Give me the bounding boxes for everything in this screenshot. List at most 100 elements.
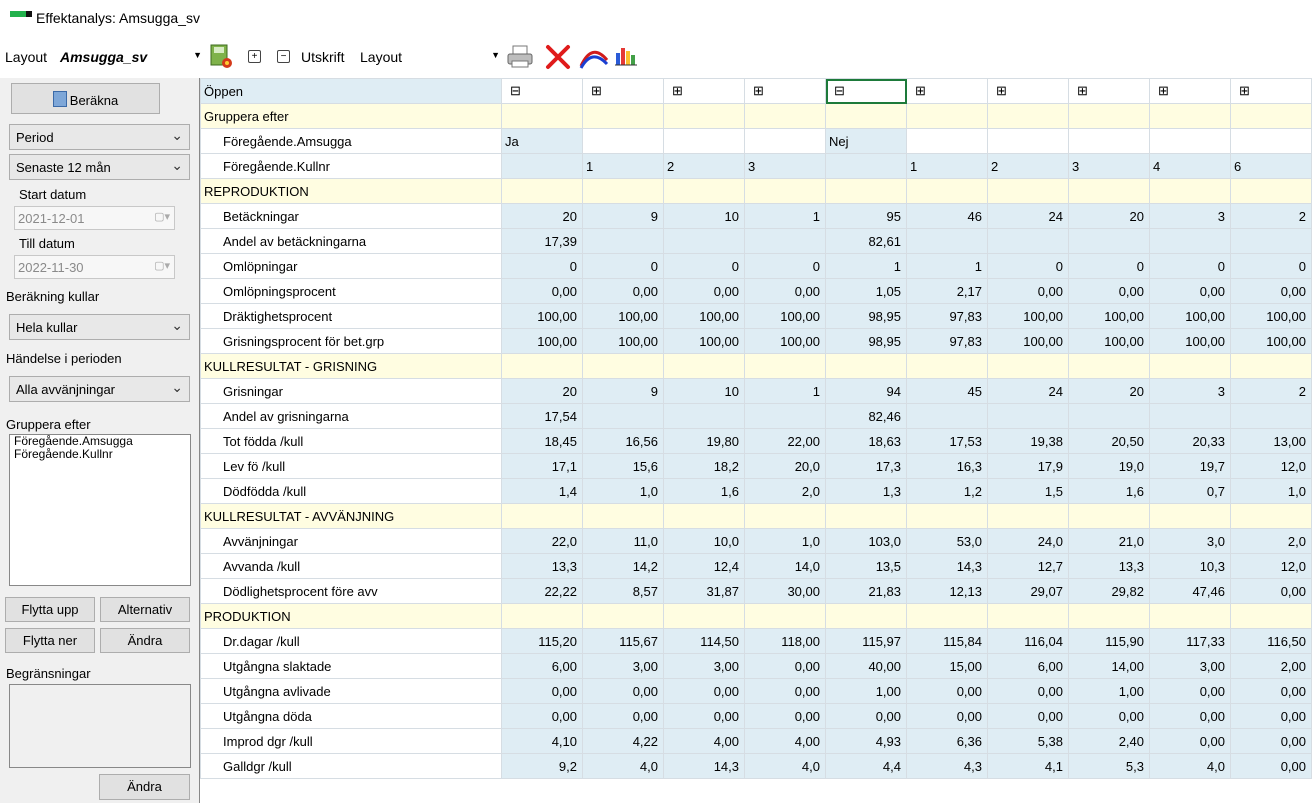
group-expand-icon[interactable]: ⊞: [1158, 83, 1169, 98]
data-cell[interactable]: 29,82: [1068, 578, 1150, 604]
data-cell[interactable]: 0,00: [906, 703, 988, 729]
data-cell[interactable]: 20: [1068, 203, 1150, 229]
data-cell[interactable]: 98,95: [825, 328, 907, 354]
data-cell[interactable]: 1: [906, 253, 988, 279]
calendar-icon[interactable]: ▢▾: [154, 259, 170, 272]
data-cell[interactable]: 17,9: [987, 453, 1069, 479]
curve-chart-icon[interactable]: [578, 44, 610, 73]
data-cell[interactable]: 4,3: [906, 753, 988, 779]
data-cell[interactable]: 17,3: [825, 453, 907, 479]
data-cell[interactable]: 0,00: [582, 703, 664, 729]
data-cell[interactable]: 100,00: [663, 328, 745, 354]
data-cell[interactable]: 53,0: [906, 528, 988, 554]
data-cell[interactable]: 1,6: [663, 478, 745, 504]
group-by-list[interactable]: Föregående.Amsugga Föregående.Kullnr: [9, 434, 191, 586]
data-cell[interactable]: 6,00: [987, 653, 1069, 679]
data-cell[interactable]: 100,00: [1149, 328, 1231, 354]
data-cell[interactable]: 19,38: [987, 428, 1069, 454]
data-cell[interactable]: 47,46: [1149, 578, 1231, 604]
data-cell[interactable]: 0,00: [501, 678, 583, 704]
data-cell[interactable]: 9,2: [501, 753, 583, 779]
data-cell[interactable]: 1,4: [501, 478, 583, 504]
column-header[interactable]: ⊟: [501, 78, 583, 104]
data-cell[interactable]: 18,2: [663, 453, 745, 479]
data-cell[interactable]: 12,0: [1230, 453, 1312, 479]
data-cell[interactable]: 18,45: [501, 428, 583, 454]
data-cell[interactable]: 1,0: [744, 528, 826, 554]
data-cell[interactable]: 13,00: [1230, 428, 1312, 454]
data-cell[interactable]: 0,00: [1149, 703, 1231, 729]
print-icon[interactable]: [506, 44, 534, 73]
data-cell[interactable]: 6,36: [906, 728, 988, 754]
data-cell[interactable]: 0: [1149, 253, 1231, 279]
data-cell[interactable]: 0,00: [663, 678, 745, 704]
data-cell[interactable]: 0,00: [1230, 278, 1312, 304]
restrictions-list[interactable]: [9, 684, 191, 768]
collapse-icon[interactable]: −: [277, 50, 290, 63]
data-cell[interactable]: 17,53: [906, 428, 988, 454]
data-cell[interactable]: 115,20: [501, 628, 583, 654]
data-cell[interactable]: 0,00: [1068, 703, 1150, 729]
data-cell[interactable]: 115,90: [1068, 628, 1150, 654]
data-cell[interactable]: [1230, 228, 1312, 254]
data-cell[interactable]: 2,00: [1230, 653, 1312, 679]
data-cell[interactable]: 0,00: [744, 703, 826, 729]
column-header[interactable]: ⊟: [825, 78, 907, 104]
data-cell[interactable]: 0: [1230, 253, 1312, 279]
data-cell[interactable]: 29,07: [987, 578, 1069, 604]
data-cell[interactable]: 24: [987, 378, 1069, 404]
data-cell[interactable]: 0,00: [501, 278, 583, 304]
data-cell[interactable]: 14,00: [1068, 653, 1150, 679]
data-cell[interactable]: 100,00: [744, 328, 826, 354]
data-cell[interactable]: 20,50: [1068, 428, 1150, 454]
data-cell[interactable]: 20,33: [1149, 428, 1231, 454]
data-cell[interactable]: 3,0: [1149, 528, 1231, 554]
data-cell[interactable]: [744, 403, 826, 429]
data-cell[interactable]: 97,83: [906, 303, 988, 329]
data-cell[interactable]: 10: [663, 378, 745, 404]
data-cell[interactable]: 21,83: [825, 578, 907, 604]
data-cell[interactable]: 3: [1149, 378, 1231, 404]
data-cell[interactable]: 30,00: [744, 578, 826, 604]
data-cell[interactable]: 0,00: [1230, 753, 1312, 779]
data-cell[interactable]: 10,3: [1149, 553, 1231, 579]
end-date-picker[interactable]: 2022-11-30 ▢▾: [14, 255, 175, 279]
data-cell[interactable]: 5,3: [1068, 753, 1150, 779]
data-cell[interactable]: 24: [987, 203, 1069, 229]
data-cell[interactable]: 22,0: [501, 528, 583, 554]
list-item[interactable]: Föregående.Kullnr: [10, 448, 190, 461]
data-cell[interactable]: 1,2: [906, 478, 988, 504]
data-cell[interactable]: 1,5: [987, 478, 1069, 504]
data-cell[interactable]: [1068, 228, 1150, 254]
layout-combo[interactable]: Amsugga_sv ▼: [60, 47, 202, 69]
data-cell[interactable]: 1,00: [825, 678, 907, 704]
data-cell[interactable]: 100,00: [744, 303, 826, 329]
data-cell[interactable]: 100,00: [1149, 303, 1231, 329]
data-cell[interactable]: 14,3: [906, 553, 988, 579]
column-header[interactable]: ⊞: [582, 78, 664, 104]
data-cell[interactable]: 0,00: [663, 278, 745, 304]
delete-icon[interactable]: [544, 43, 572, 74]
period-combo[interactable]: Period ⌄: [9, 124, 190, 150]
data-cell[interactable]: 12,0: [1230, 553, 1312, 579]
data-cell[interactable]: 24,0: [987, 528, 1069, 554]
data-cell[interactable]: 9: [582, 203, 664, 229]
data-cell[interactable]: 100,00: [582, 303, 664, 329]
data-cell[interactable]: 19,7: [1149, 453, 1231, 479]
data-cell[interactable]: [906, 403, 988, 429]
column-header[interactable]: ⊞: [1149, 78, 1231, 104]
data-cell[interactable]: 3,00: [1149, 653, 1231, 679]
data-cell[interactable]: 3: [1149, 203, 1231, 229]
data-cell[interactable]: [663, 228, 745, 254]
data-cell[interactable]: 14,3: [663, 753, 745, 779]
data-cell[interactable]: 82,46: [825, 403, 907, 429]
change-button[interactable]: Ändra: [100, 628, 190, 653]
data-cell[interactable]: 10: [663, 203, 745, 229]
data-cell[interactable]: 18,63: [825, 428, 907, 454]
data-cell[interactable]: 17,54: [501, 403, 583, 429]
group-expand-icon[interactable]: ⊞: [1077, 83, 1088, 98]
data-cell[interactable]: 1,0: [582, 478, 664, 504]
alternatives-button[interactable]: Alternativ: [100, 597, 190, 622]
data-cell[interactable]: 94: [825, 378, 907, 404]
data-cell[interactable]: 0,00: [1068, 278, 1150, 304]
